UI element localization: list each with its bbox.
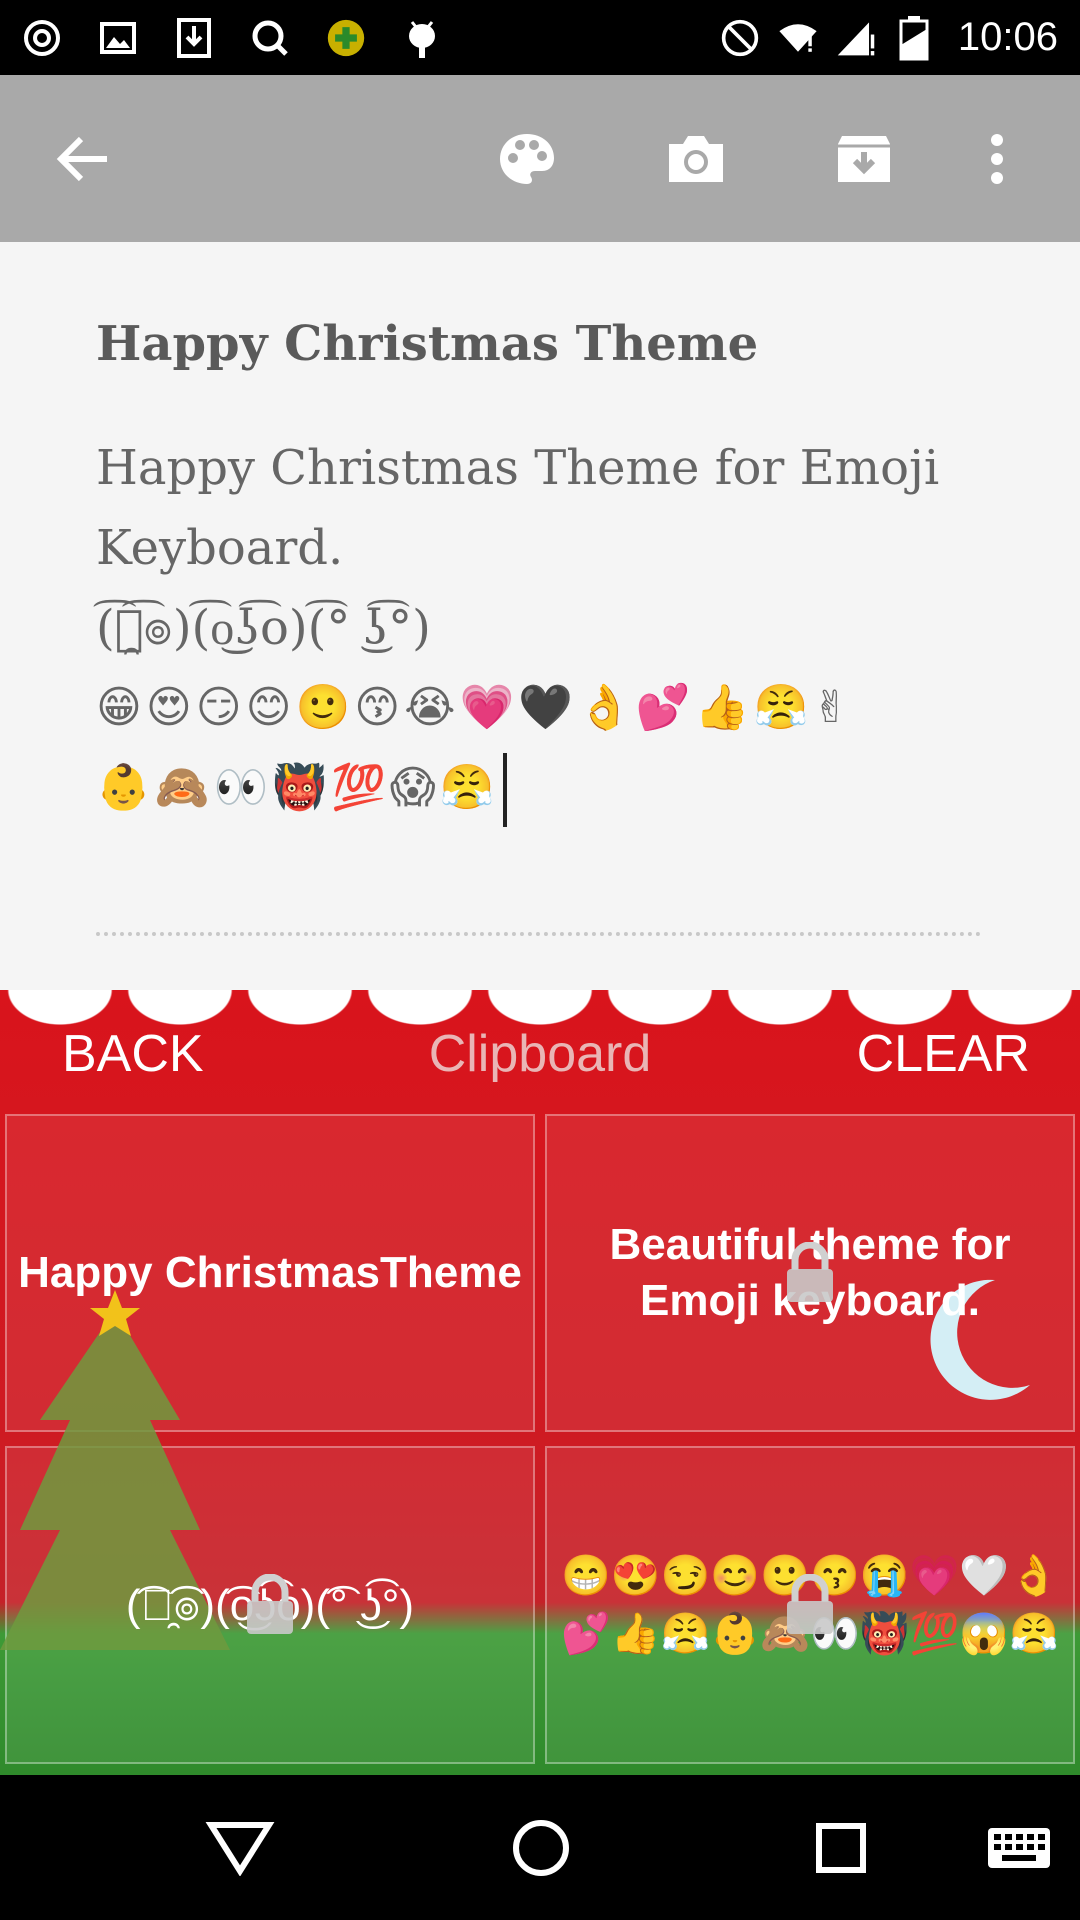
palette-icon[interactable]: [492, 124, 562, 194]
body-line-emoji: 👶🙈👀👹💯😱😤: [96, 748, 1016, 828]
clock: 10:06: [957, 15, 1058, 59]
android-bug-icon: [402, 18, 442, 58]
download-icon: [174, 17, 214, 58]
clipboard-header: BACK Clipboard CLEAR: [0, 1010, 1080, 1100]
body-line: Keyboard.: [96, 520, 344, 576]
lock-icon: [787, 1242, 833, 1302]
image-icon: [98, 18, 138, 58]
system-icons: 10:06: [720, 15, 1058, 60]
keyboard-icon[interactable]: [986, 1826, 1052, 1870]
home-circle-icon[interactable]: [512, 1819, 570, 1877]
search-app-icon: [250, 18, 290, 58]
notification-icons: [22, 17, 442, 58]
christmas-tree-icon: [0, 1290, 230, 1650]
lock-icon: [787, 1574, 833, 1634]
game-icon: [326, 18, 366, 58]
battery-icon: [894, 15, 934, 60]
back-arrow-icon[interactable]: [48, 124, 118, 194]
keyboard-clipboard-panel: BACK Clipboard CLEAR Happy ChristmasThem…: [0, 990, 1080, 1775]
camera-icon[interactable]: [661, 124, 731, 194]
status-bar: 10:06: [0, 0, 1080, 75]
signal-icon: [836, 18, 876, 58]
wifi-icon: [778, 18, 818, 58]
app-toolbar: [0, 75, 1080, 242]
clear-button[interactable]: CLEAR: [857, 1024, 1030, 1084]
more-vert-icon[interactable]: [962, 124, 1032, 194]
note-editor[interactable]: Happy Christmas Theme Happy Christmas Th…: [0, 242, 1080, 990]
navigation-bar: [0, 1775, 1080, 1920]
archive-icon[interactable]: [829, 124, 899, 194]
note-body[interactable]: Happy Christmas Theme for Emoji Keyboard…: [96, 428, 1016, 828]
body-line-emoji: 😁😍😏😊🙂😙😭💗🖤👌💕👍😤✌: [96, 682, 854, 733]
clip-item[interactable]: 😁😍😏😊🙂😙😭💗🤍👌💕👍😤👶🙈👀👹💯😱😤: [545, 1446, 1075, 1764]
back-triangle-icon[interactable]: [205, 1820, 275, 1876]
instagram-icon: [22, 18, 62, 58]
emoji-text: 👶🙈👀👹💯😱😤: [96, 762, 499, 813]
lock-icon: [247, 1574, 293, 1634]
body-line-kaomoji: (͡๏̯͡๏)(͡o͜ʖ͡o)(͡° ͜ʖ͡°): [96, 600, 431, 656]
recents-square-icon[interactable]: [815, 1822, 867, 1874]
body-line: Happy Christmas Theme for Emoji: [96, 440, 940, 496]
note-title[interactable]: Happy Christmas Theme: [96, 316, 758, 372]
divider: [96, 932, 981, 936]
do-not-disturb-icon: [720, 18, 760, 58]
clip-text: Happy ChristmasTheme: [18, 1248, 522, 1297]
text-cursor: [502, 753, 507, 827]
